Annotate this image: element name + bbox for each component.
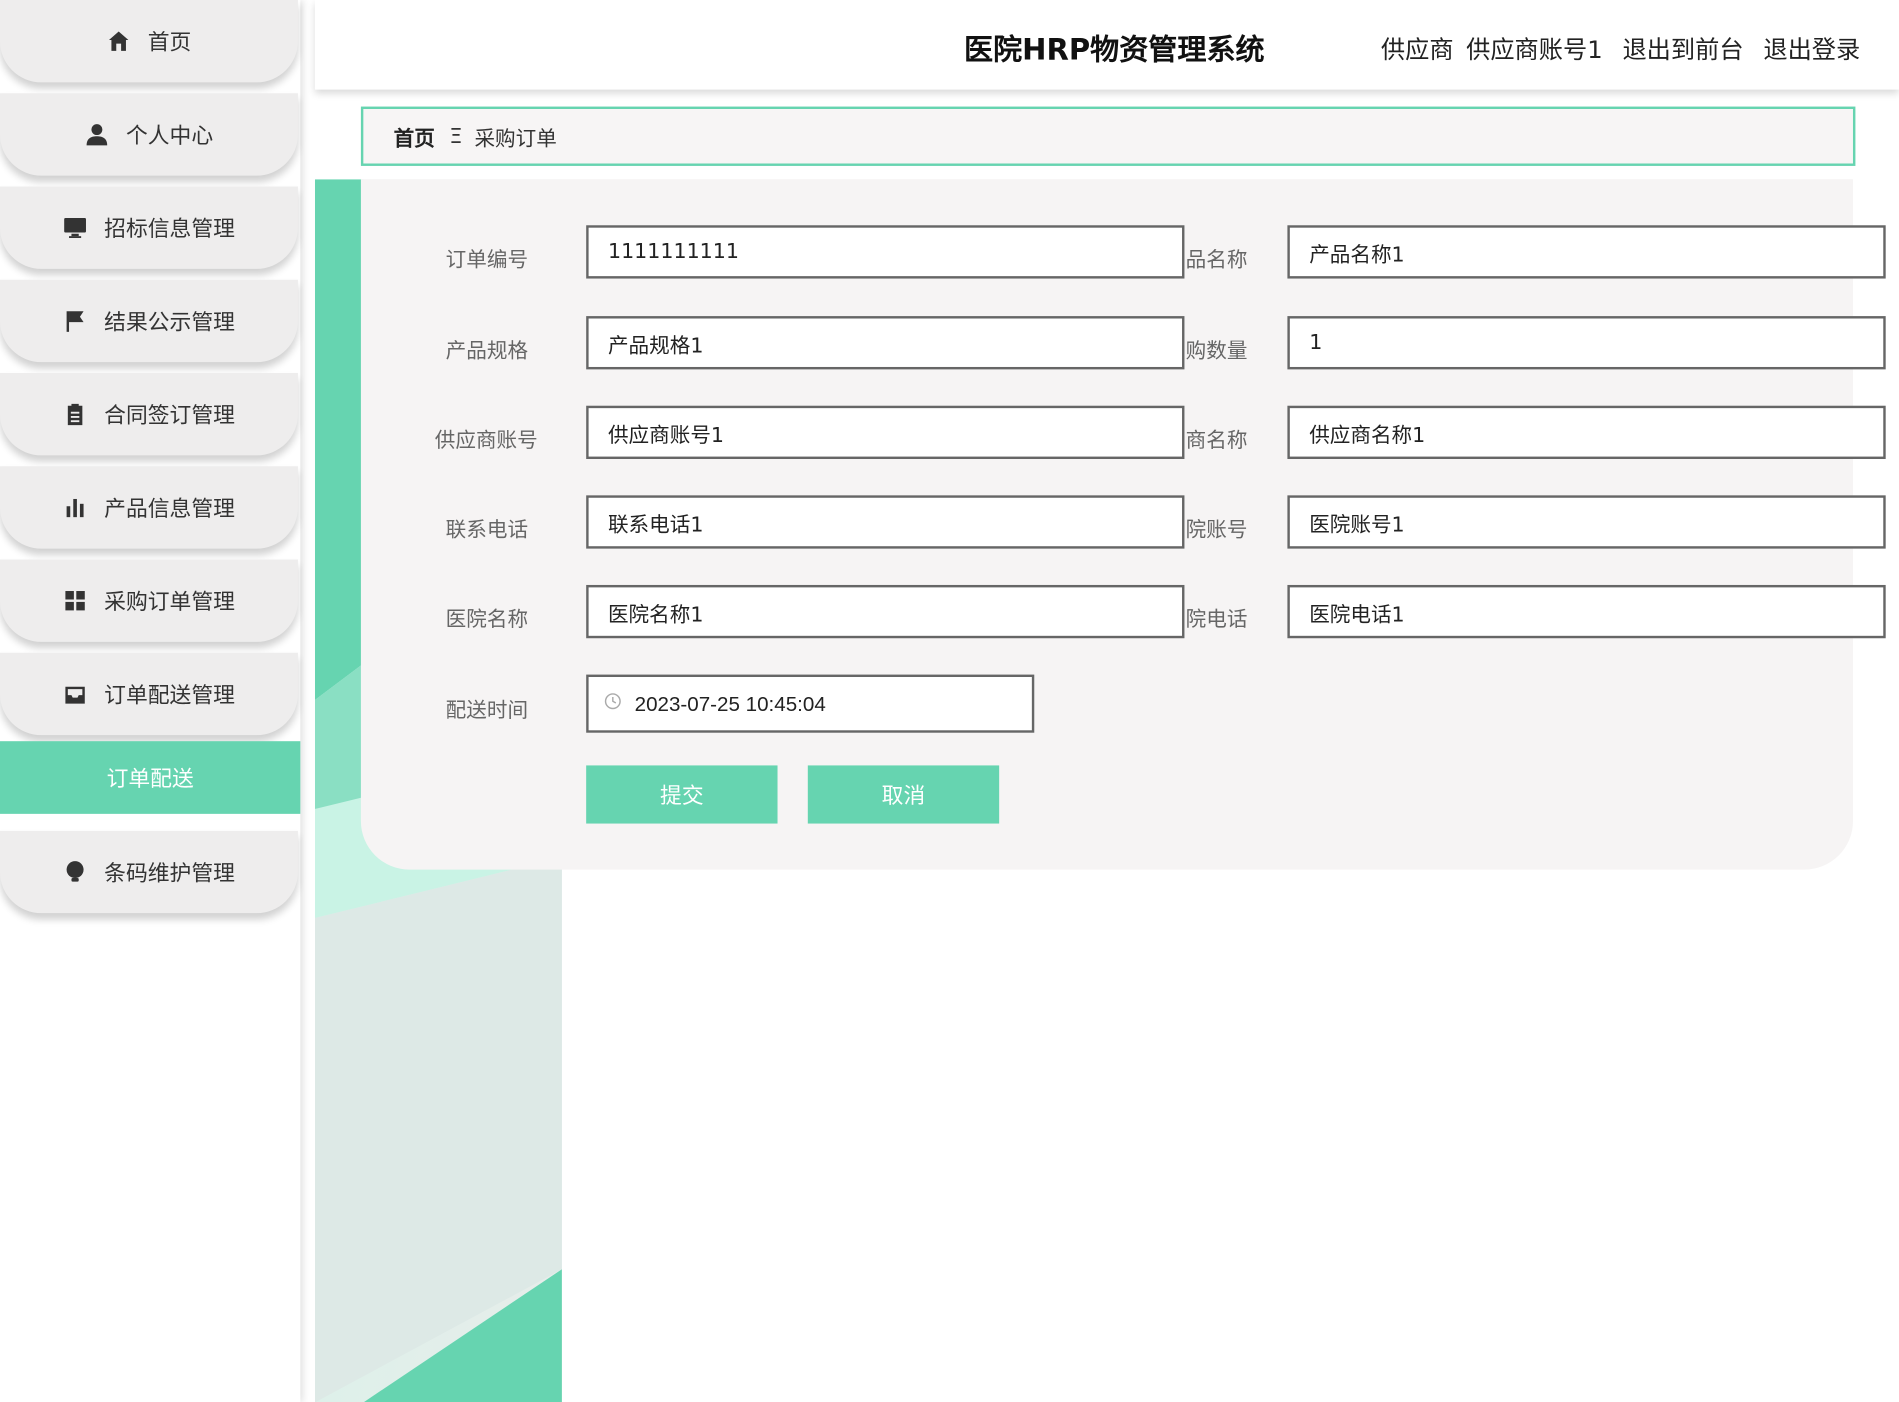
monitor-icon: [63, 216, 87, 240]
app-window: 首页 个人中心 招标信息管理 结果公示管理 合同签订管理 产品信息管理 采购订单…: [0, 0, 1899, 1402]
user-account: 供应商账号1: [1466, 35, 1603, 65]
sidebar-item-label: 条码维护管理: [104, 861, 235, 887]
clock-icon: [604, 693, 621, 710]
sidebar-item-label: 采购订单管理: [104, 589, 235, 616]
delivery-time-value: 2023-07-25 10:45:04: [634, 692, 826, 716]
hospital-name-label: 医院名称: [445, 607, 529, 633]
product-name-label: 品名称: [1185, 248, 1248, 273]
breadcrumb: 首页 Ξ 采购订单: [360, 106, 1856, 166]
inbox-icon: [63, 682, 87, 706]
delivery-time-picker[interactable]: 2023-07-25 10:45:04: [586, 674, 1035, 733]
supplier-name-input[interactable]: [1287, 405, 1886, 460]
product-name-input[interactable]: [1287, 225, 1886, 279]
product-spec-input[interactable]: [586, 316, 1185, 370]
purchase-quantity-input[interactable]: [1287, 316, 1886, 370]
breadcrumb-current: 采购订单: [474, 127, 557, 152]
contact-phone-label: 联系电话: [445, 518, 529, 543]
sidebar: 首页 个人中心 招标信息管理 结果公示管理 合同签订管理 产品信息管理 采购订单…: [0, 0, 301, 1402]
submit-button[interactable]: 提交: [586, 765, 778, 824]
sidebar-item-home[interactable]: 首页: [0, 0, 298, 83]
hospital-account-input[interactable]: [1287, 495, 1886, 549]
sidebar-item-label: 个人中心: [125, 123, 214, 149]
supplier-account-label: 供应商账号: [434, 428, 538, 453]
user-role: 供应商: [1380, 35, 1454, 65]
sidebar-item-contract[interactable]: 合同签订管理: [0, 373, 298, 456]
person-icon: [85, 122, 109, 146]
sidebar-item-label: 合同签订管理: [104, 403, 235, 429]
sidebar-item-purchase-order[interactable]: 采购订单管理: [0, 559, 298, 642]
submenu-item-order-delivery[interactable]: 订单配送: [0, 741, 301, 814]
hospital-phone-input[interactable]: [1287, 584, 1886, 639]
order-number-label: 订单编号: [445, 248, 529, 273]
user-area: 供应商 供应商账号1 退出到前台 退出登录: [1376, 30, 1860, 65]
flag-icon: [63, 309, 87, 333]
submenu-item-label: 订单配送: [106, 766, 194, 793]
home-icon: [107, 29, 131, 53]
contact-phone-input[interactable]: [586, 495, 1185, 549]
sidebar-item-result-announce[interactable]: 结果公示管理: [0, 279, 298, 363]
supplier-name-label: 商名称: [1185, 428, 1248, 453]
sidebar-item-barcode[interactable]: 条码维护管理: [0, 830, 298, 914]
back-to-front-link[interactable]: 退出到前台: [1622, 35, 1743, 64]
sidebar-item-label: 招标信息管理: [104, 216, 235, 243]
cancel-button[interactable]: 取消: [807, 765, 1000, 824]
breadcrumb-separator-icon: Ξ: [449, 124, 463, 149]
bar-chart-icon: [63, 495, 87, 519]
sidebar-item-label: 结果公示管理: [104, 310, 235, 336]
order-number-input[interactable]: [586, 225, 1185, 279]
sidebar-item-label: 产品信息管理: [104, 496, 235, 522]
clipboard-icon: [63, 402, 87, 426]
logout-link[interactable]: 退出登录: [1763, 35, 1860, 64]
sidebar-item-product-info[interactable]: 产品信息管理: [0, 466, 298, 549]
breadcrumb-home[interactable]: 首页: [394, 121, 435, 151]
hospital-phone-label: 院电话: [1185, 607, 1248, 633]
sidebar-item-label: 首页: [147, 30, 192, 56]
bulb-icon: [63, 860, 87, 884]
delivery-time-label: 配送时间: [445, 698, 529, 724]
product-spec-label: 产品规格: [445, 339, 529, 364]
sidebar-item-label: 订单配送管理: [104, 683, 235, 709]
system-title: 医院HRP物资管理系统: [964, 32, 1265, 67]
hospital-name-input[interactable]: [586, 584, 1185, 639]
top-header: 医院HRP物资管理系统 供应商 供应商账号1 退出到前台 退出登录: [314, 0, 1899, 90]
grid-icon: [63, 589, 87, 613]
sidebar-item-profile[interactable]: 个人中心: [0, 93, 298, 176]
sidebar-item-delivery[interactable]: 订单配送管理: [0, 652, 298, 736]
purchase-quantity-label: 购数量: [1185, 339, 1248, 364]
sidebar-item-tender-info[interactable]: 招标信息管理: [0, 186, 298, 269]
supplier-account-input[interactable]: [586, 405, 1185, 460]
hospital-account-label: 院账号: [1185, 518, 1248, 543]
